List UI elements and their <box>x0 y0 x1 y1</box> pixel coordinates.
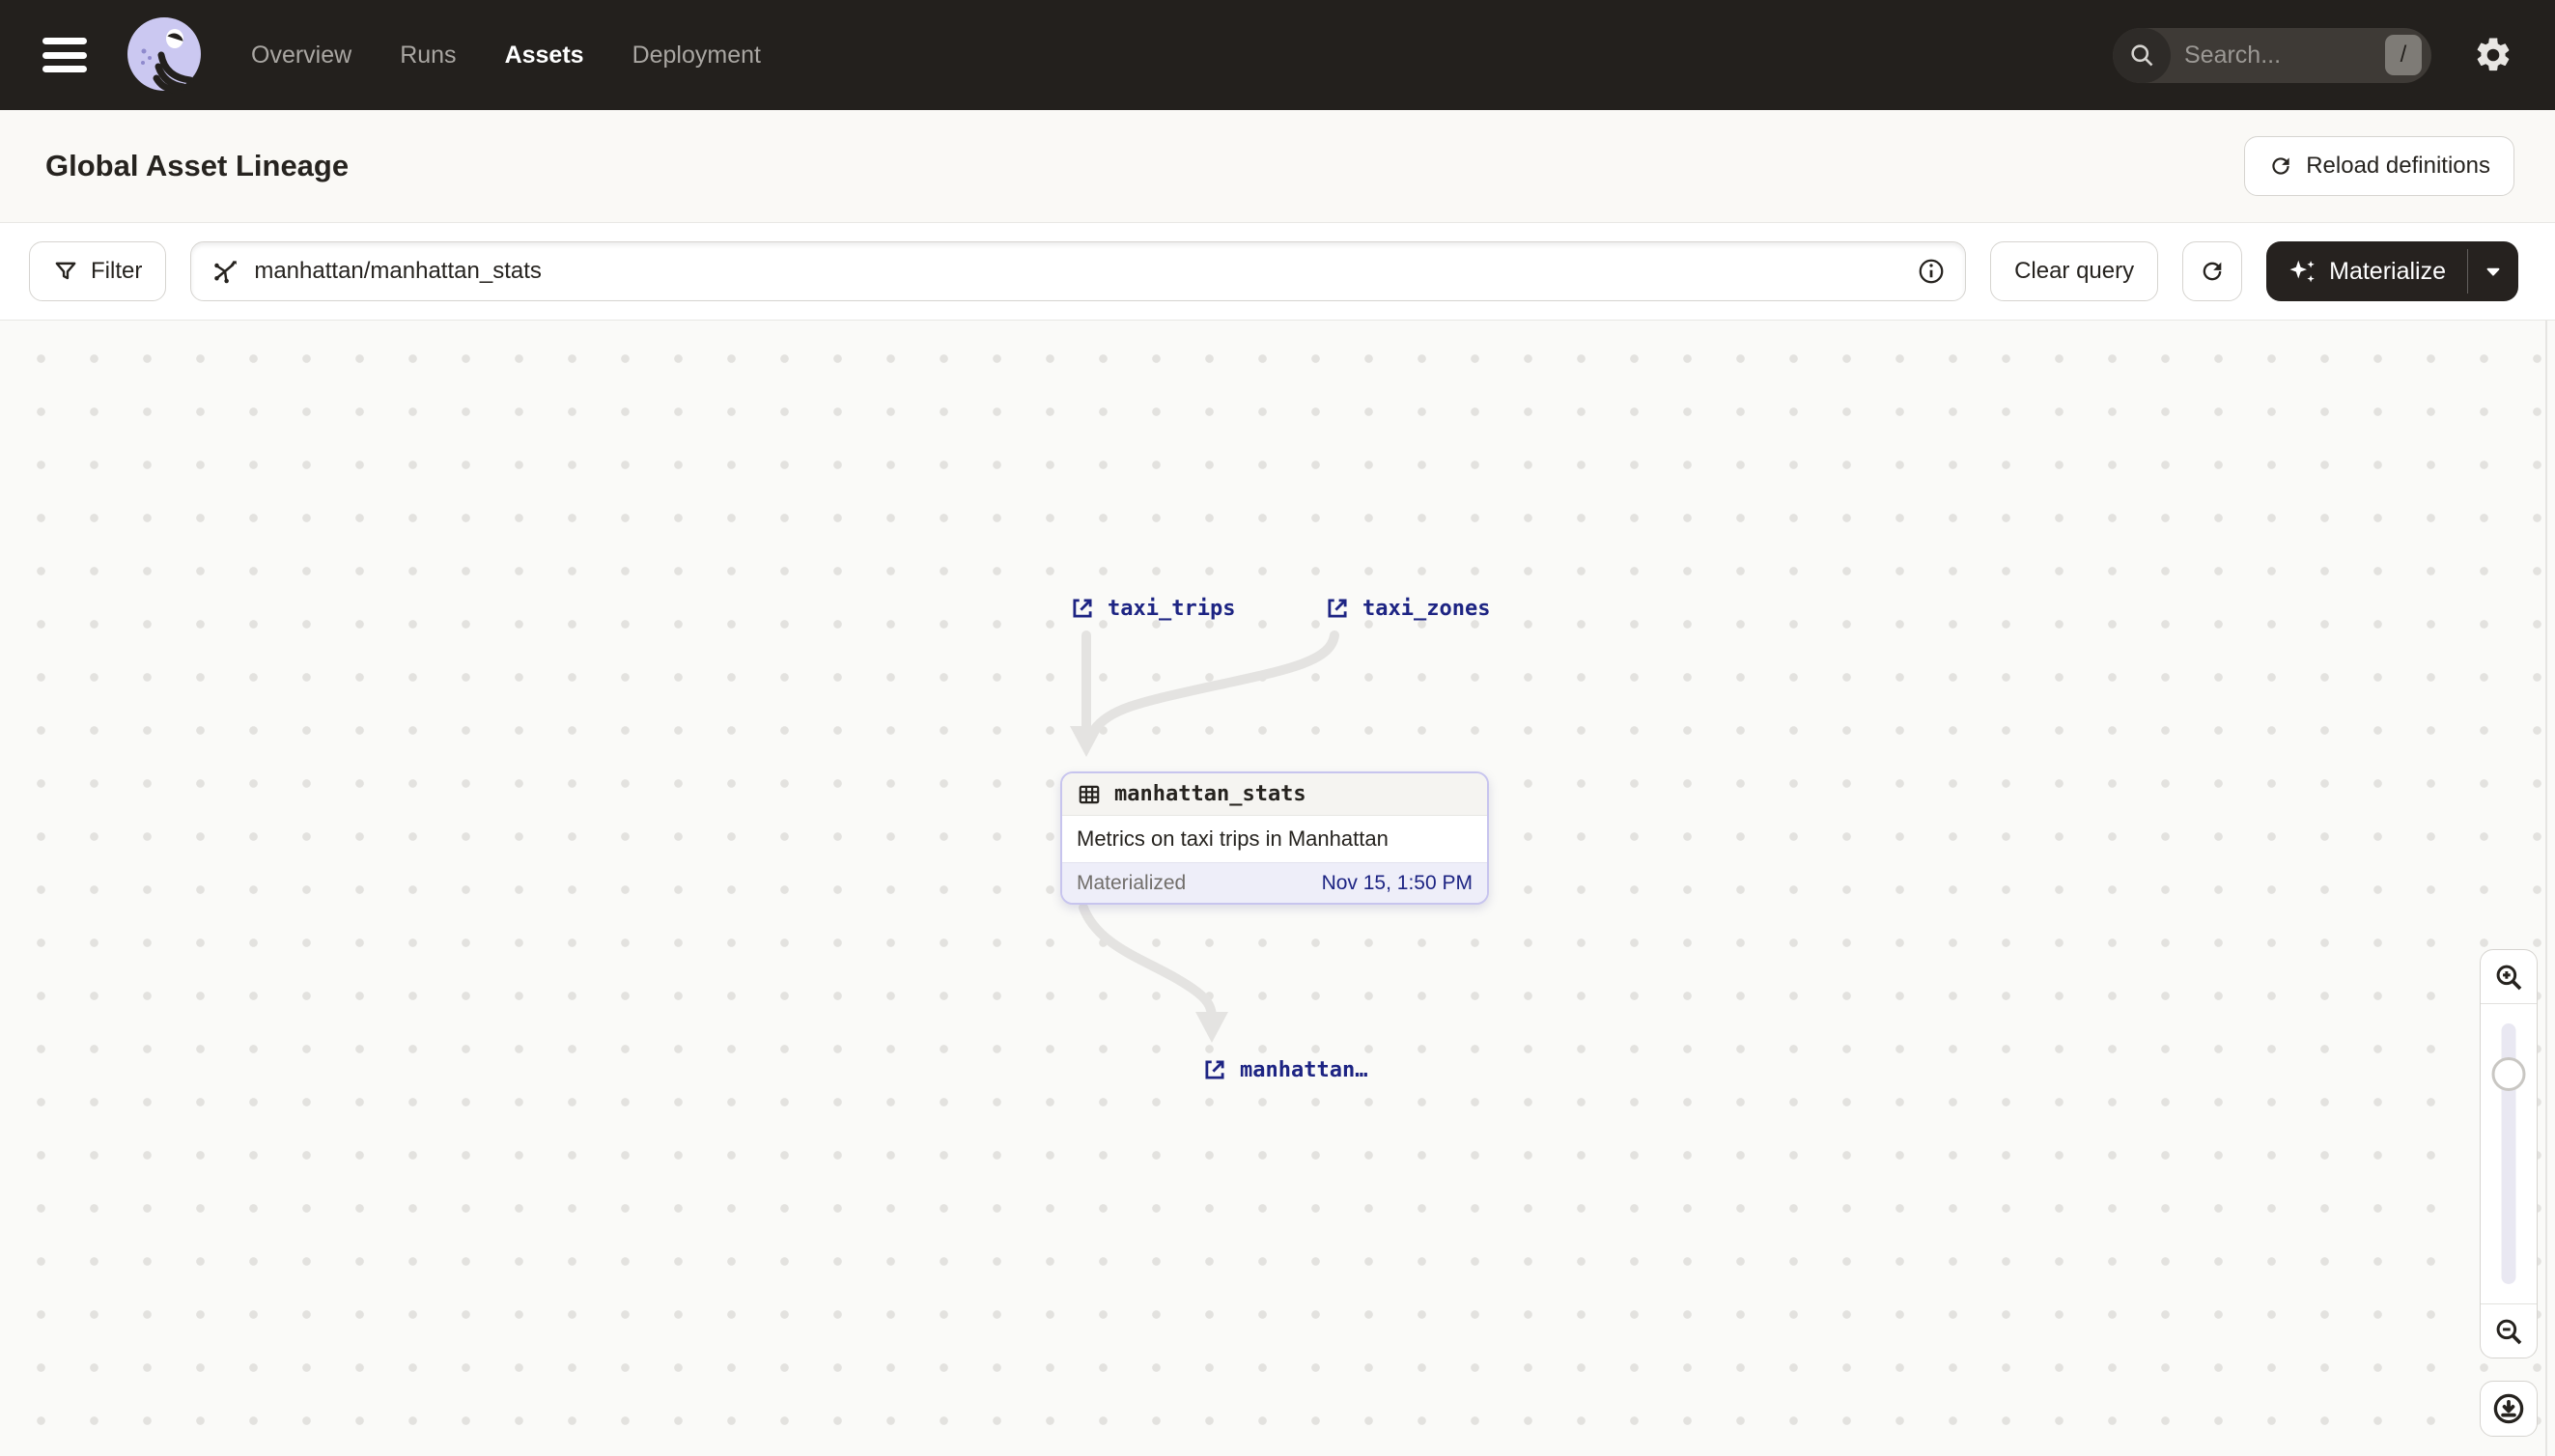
hamburger-menu-icon[interactable] <box>37 34 93 76</box>
dagster-logo-icon[interactable] <box>118 9 211 101</box>
table-icon <box>1079 785 1100 803</box>
asset-query-value[interactable] <box>254 258 1903 285</box>
reload-icon <box>2272 157 2289 175</box>
materialize-button[interactable]: Materialize <box>2266 241 2467 301</box>
zoom-in-button[interactable] <box>2481 950 2537 1004</box>
external-link-icon <box>1205 1060 1224 1079</box>
clear-query-button[interactable]: Clear query <box>1990 241 2159 301</box>
zoom-slider-handle[interactable] <box>2491 1057 2526 1091</box>
lineage-toolbar: Filter Clear query <box>0 223 2555 321</box>
recenter-download-icon <box>2493 1393 2524 1424</box>
lineage-graph-canvas[interactable]: taxi_trips taxi_zones manhattan_stats Me… <box>0 321 2555 1456</box>
refresh-icon <box>2203 262 2222 281</box>
asset-node-label: manhattan… <box>1240 1057 1368 1082</box>
nav-item-deployment[interactable]: Deployment <box>632 42 761 70</box>
nav-item-runs[interactable]: Runs <box>400 42 456 70</box>
materialization-timestamp[interactable]: Nov 15, 1:50 PM <box>1322 872 1473 895</box>
edge-manhattan-stats-to-downstream <box>1079 903 1217 1021</box>
arrowhead <box>1195 1012 1228 1043</box>
external-link-icon <box>1073 599 1092 618</box>
materialize-split-button: Materialize <box>2266 241 2518 301</box>
refresh-graph-button[interactable] <box>2182 241 2243 301</box>
search-input[interactable] <box>2171 41 2385 70</box>
reload-definitions-button[interactable]: Reload definitions <box>2244 136 2514 196</box>
filter-funnel-icon <box>55 262 76 280</box>
zoom-controls <box>2480 949 2538 1358</box>
sparkle-icon <box>2289 260 2315 283</box>
materialize-dropdown-button[interactable] <box>2468 241 2518 301</box>
asset-node-taxi-trips[interactable]: taxi_trips <box>1070 590 1235 627</box>
zoom-in-icon <box>2496 965 2522 990</box>
recenter-view-button[interactable] <box>2480 1381 2538 1437</box>
nav-item-assets[interactable]: Assets <box>505 42 584 70</box>
asset-node-label: taxi_zones <box>1362 596 1491 621</box>
asset-query-input[interactable] <box>190 241 1967 301</box>
asset-description: Metrics on taxi trips in Manhattan <box>1077 826 1389 851</box>
filter-button[interactable]: Filter <box>29 241 167 301</box>
arrowhead <box>1070 726 1103 757</box>
global-search[interactable]: / <box>2113 27 2431 83</box>
settings-gear-icon[interactable] <box>2468 30 2518 80</box>
asset-node-manhattan-downstream[interactable]: manhattan… <box>1202 1051 1367 1088</box>
nav-item-overview[interactable]: Overview <box>251 42 351 70</box>
page-title: Global Asset Lineage <box>45 149 350 182</box>
query-info-icon[interactable] <box>1917 257 1946 286</box>
top-nav: Overview Runs Assets Deployment / <box>0 0 2555 110</box>
external-link-icon <box>1328 599 1347 618</box>
scrollbar-track[interactable] <box>2545 321 2547 1456</box>
zoom-slider <box>2481 1004 2537 1303</box>
zoom-out-button[interactable] <box>2481 1303 2537 1358</box>
materialization-status: Materialized <box>1077 871 1187 894</box>
asset-card-header: manhattan_stats <box>1062 773 1487 816</box>
search-shortcut-badge: / <box>2385 35 2422 75</box>
chevron-down-icon <box>2486 267 2500 276</box>
asset-graph-icon <box>214 261 238 284</box>
search-icon <box>2113 27 2171 83</box>
asset-node-taxi-zones[interactable]: taxi_zones <box>1325 590 1490 627</box>
page-header: Global Asset Lineage Reload definitions <box>0 110 2555 223</box>
edge-taxi-zones-to-manhattan-stats <box>1089 630 1339 735</box>
asset-node-manhattan-stats[interactable]: manhattan_stats Metrics on taxi trips in… <box>1060 771 1489 905</box>
asset-node-label: taxi_trips <box>1108 596 1236 621</box>
asset-card-footer: Materialized Nov 15, 1:50 PM <box>1062 862 1487 903</box>
nav-links: Overview Runs Assets Deployment <box>251 42 761 70</box>
asset-name: manhattan_stats <box>1114 782 1306 806</box>
zoom-out-icon <box>2496 1319 2522 1344</box>
